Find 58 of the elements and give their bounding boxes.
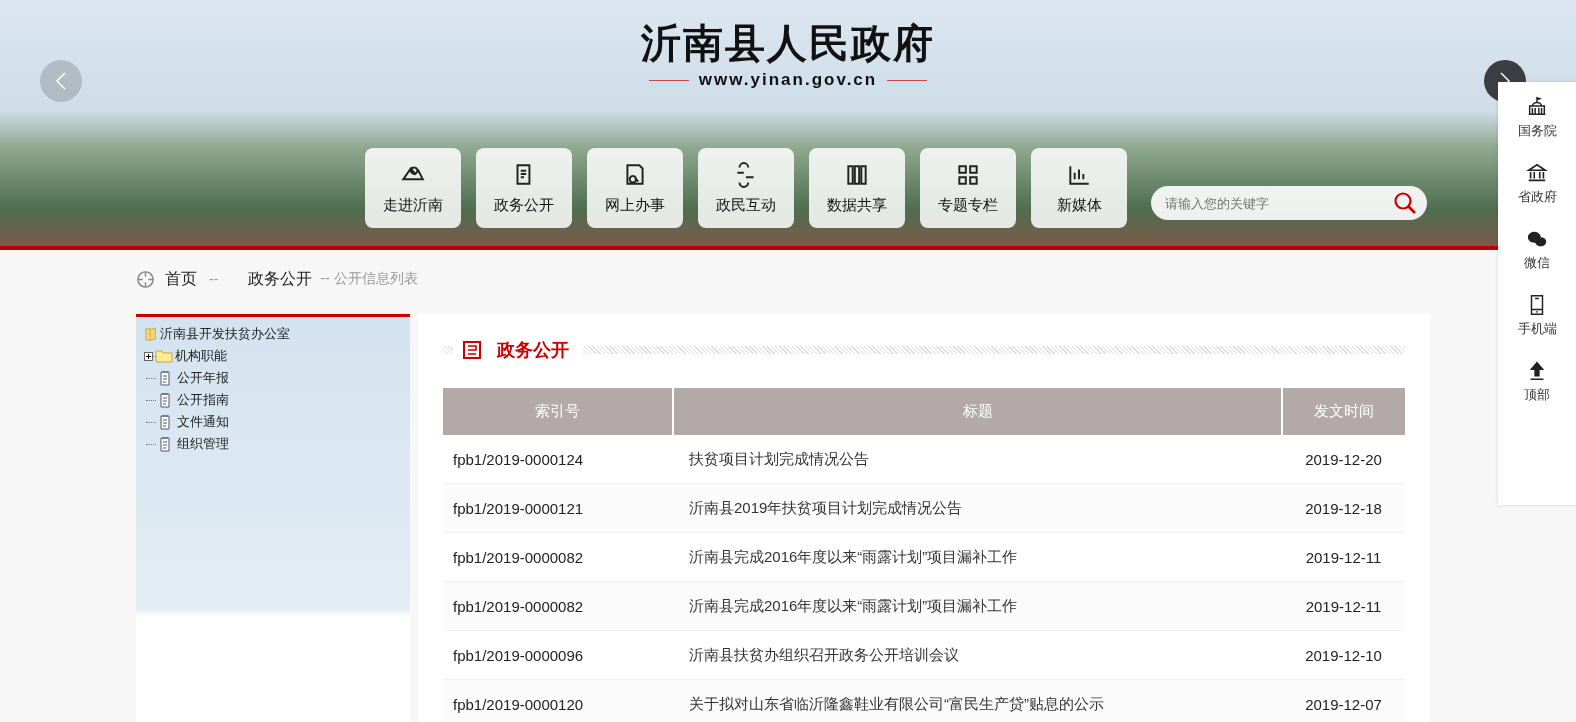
table-cell: 2019-12-11 [1282,532,1405,582]
title-link[interactable]: 沂南县扶贫办组织召开政务公开培训会议 [673,630,1282,680]
tree-item[interactable]: 沂南县开发扶贫办公室 [158,325,290,343]
title-link[interactable]: 扶贫项目计划完成情况公告 [673,435,1282,484]
nav-tile[interactable]: 政民互动 [698,148,794,228]
document-icon [463,341,481,359]
tree-item[interactable]: 文件通知 [175,413,229,431]
document-icon [159,414,171,430]
tree-item[interactable]: 公开年报 [175,369,229,387]
title-link[interactable]: 关于拟对山东省临沂隆鑫鞋业有限公司“富民生产贷”贴息的公示 [673,679,1282,722]
toolbar-icon [1526,96,1548,118]
table-cell: 2019-12-10 [1282,630,1405,680]
breadcrumb-separator: -- [209,271,219,287]
document-icon [159,436,171,452]
search-field[interactable]: 请输入您的关键字 [1151,186,1427,220]
nav-tile[interactable]: 走进沂南 [365,148,461,228]
table-cell: 2019-12-20 [1282,435,1405,484]
nav-tile[interactable]: 新媒体 [1031,148,1127,228]
document-icon [159,392,171,408]
table-cell: 2019-12-18 [1282,483,1405,533]
toolbar-icon [1526,162,1548,184]
breadcrumb-link[interactable]: 政务公开 [248,268,313,290]
toolbar-link[interactable]: 国务院 [1517,96,1557,140]
toolbar-link[interactable]: 顶部 [1524,360,1550,404]
document-icon [159,370,171,386]
column-header: 标题 [673,388,1282,435]
nav-tile[interactable]: 政务公开 [476,148,572,228]
section-title: 政务公开 [497,339,569,362]
home-link[interactable]: 首页 [165,268,197,290]
table-cell: fpb1/2019-0000096 [443,630,673,680]
column-header: 发文时间 [1282,388,1405,435]
table-cell: fpb1/2019-0000082 [443,581,673,631]
site-title: 沂南县人民政府 [641,20,935,66]
table-cell: fpb1/2019-0000124 [443,435,673,484]
table-cell: fpb1/2019-0000082 [443,532,673,582]
nav-tile[interactable]: 数据共享 [809,148,905,228]
tree-item[interactable]: 机构职能 [173,347,227,365]
title-link[interactable]: 沂南县2019年扶贫项目计划完成情况公告 [673,483,1282,533]
site-url: www.yinan.gov.cn [698,70,878,90]
tree-item[interactable]: 组织管理 [175,435,229,453]
toolbar-link[interactable]: 省政府 [1517,162,1557,206]
table-cell: fpb1/2019-0000121 [443,483,673,533]
table-cell: fpb1/2019-0000120 [443,679,673,722]
nav-tile[interactable]: 网上办事 [587,148,683,228]
folder-icon [155,349,173,363]
search-icon[interactable] [1393,191,1417,215]
column-header: 索引号 [443,388,673,435]
tree-item[interactable]: 公开指南 [175,391,229,409]
nav-tile[interactable]: 专题专栏 [920,148,1016,228]
table-cell: 2019-12-11 [1282,581,1405,631]
toolbar-link[interactable]: 手机端 [1517,294,1557,338]
title-link[interactable]: 沂南县完成2016年度以来“雨露计划”项目漏补工作 [673,581,1282,631]
expand-icon[interactable] [144,351,153,361]
breadcrumb-current: -- 公开信息列表 [320,270,418,288]
crosshair-icon [136,269,155,289]
title-link[interactable]: 沂南县完成2016年度以来“雨露计划”项目漏补工作 [673,532,1282,582]
toolbar-link[interactable]: 微信 [1524,228,1550,272]
table-cell: 2019-12-07 [1282,679,1405,722]
